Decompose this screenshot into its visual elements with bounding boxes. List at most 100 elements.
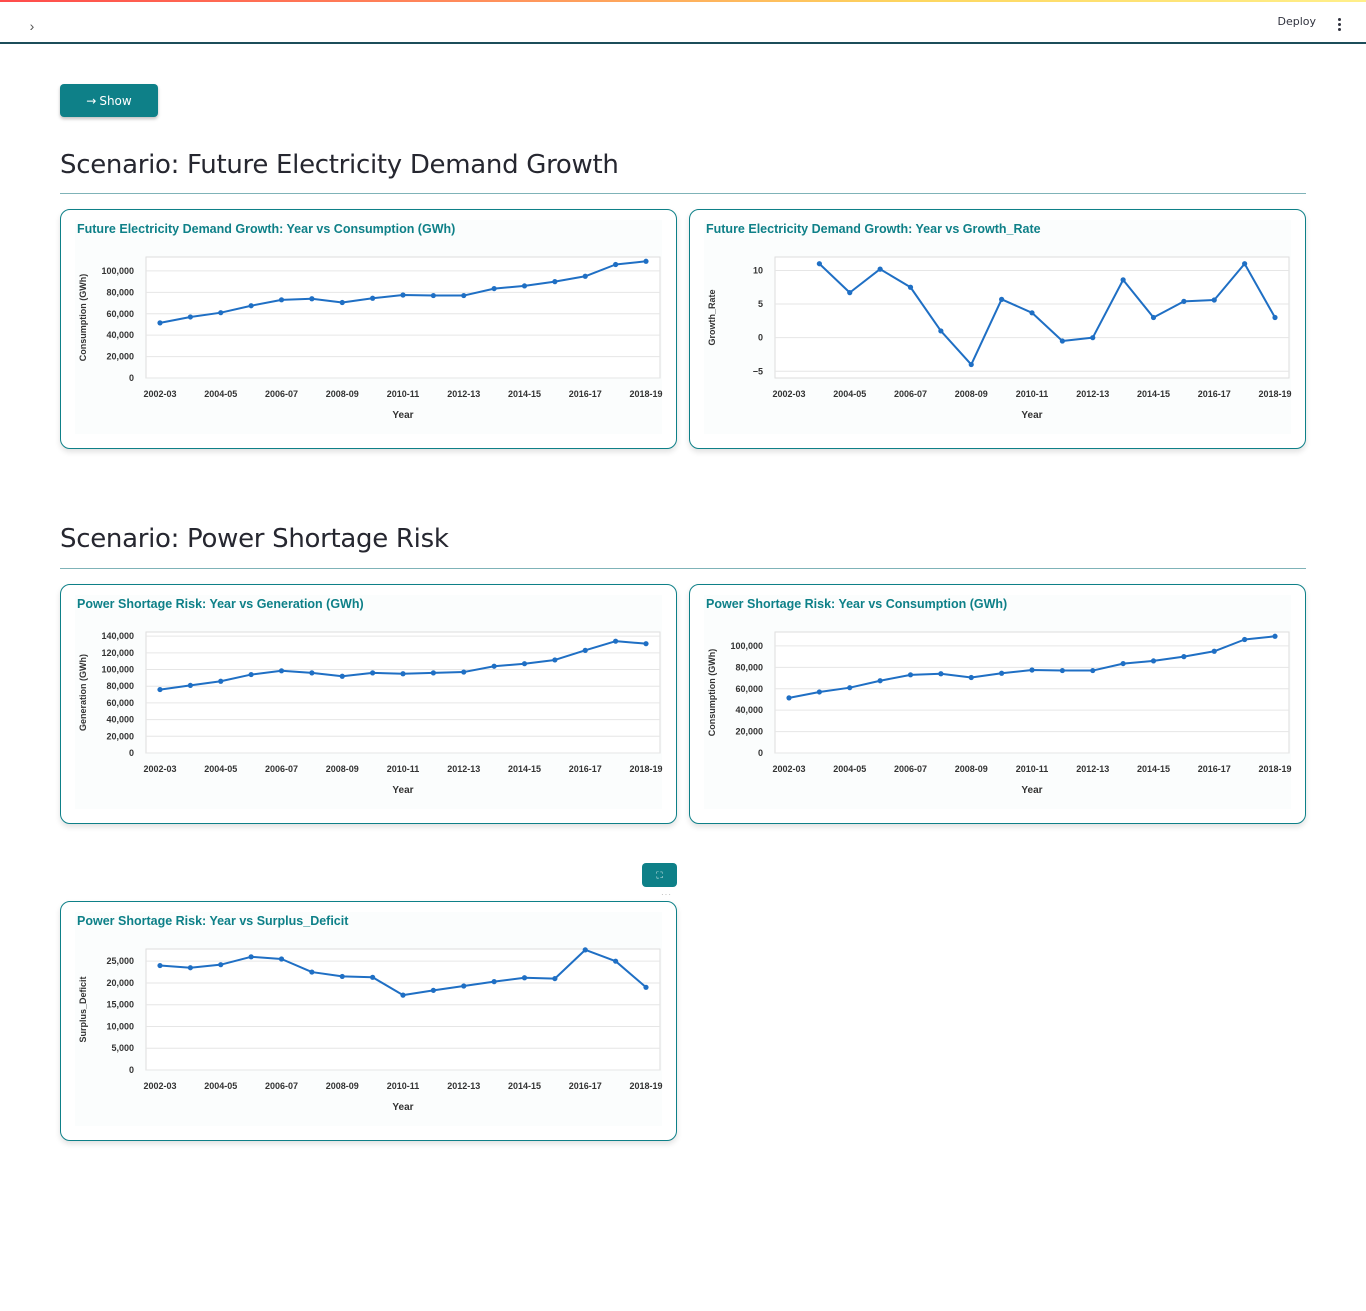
drag-handle-icon[interactable]: ···: [661, 890, 672, 899]
data-point: [400, 292, 406, 298]
y-axis-title: Generation (GWh): [78, 654, 88, 731]
y-tick-label: 80,000: [735, 662, 763, 672]
data-point: [1090, 667, 1096, 674]
data-point: [552, 657, 558, 663]
data-point: [877, 678, 883, 684]
data-point: [1150, 658, 1157, 664]
data-point: [613, 958, 619, 964]
data-point: [278, 297, 285, 303]
x-axis-title: Year: [392, 410, 413, 421]
x-tick-label: 2004-05: [833, 764, 866, 774]
x-tick-label: 2014-15: [1137, 764, 1170, 774]
x-tick-label: 2002-03: [772, 389, 805, 399]
y-tick-label: 5,000: [111, 1043, 134, 1053]
y-tick-label: 60,000: [106, 698, 134, 708]
data-point: [1090, 335, 1096, 341]
data-point: [1120, 277, 1126, 283]
fullscreen-expand-icon[interactable]: ⛶: [642, 863, 677, 887]
data-point: [491, 979, 497, 985]
data-point: [1272, 314, 1278, 321]
line-chart-generation[interactable]: 0 20,000 40,000 60,000 80,000 100,000 120,000 1…: [61, 585, 678, 825]
sidebar-toggle-chevron-icon[interactable]: ›: [22, 16, 42, 36]
y-tick-label: 40,000: [106, 330, 134, 340]
x-tick-label: 2018-19: [1258, 764, 1291, 774]
data-point: [1120, 660, 1126, 667]
data-point: [309, 296, 315, 302]
data-point: [521, 975, 528, 981]
y-tick-label: 0: [129, 373, 134, 383]
section-title-demand-growth: Scenario: Future Electricity Demand Grow…: [60, 150, 619, 180]
data-point: [1211, 648, 1217, 654]
data-point: [816, 261, 822, 267]
x-tick-label: 2018-19: [1258, 389, 1291, 399]
data-point: [187, 314, 193, 320]
data-point: [400, 671, 406, 677]
data-point: [1029, 310, 1035, 316]
x-tick-label: 2010-11: [387, 764, 420, 774]
y-tick-label: 100,000: [101, 266, 134, 276]
data-point: [309, 969, 315, 975]
data-point: [1029, 667, 1035, 673]
x-tick-label: 2006-07: [265, 1081, 298, 1091]
plot-area: [145, 948, 661, 1071]
x-tick-label: 2006-07: [894, 389, 927, 399]
chart-card-demand-consumption: Future Electricity Demand Growth: Year v…: [60, 209, 677, 449]
x-tick-label: 2002-03: [772, 764, 805, 774]
chart-card-growth-rate: Future Electricity Demand Growth: Year v…: [689, 209, 1306, 449]
line-chart-shortage-consumption[interactable]: 0 20,000 40,000 60,000 80,000 100,000 2002-03 2…: [690, 585, 1307, 825]
data-point: [643, 641, 649, 647]
main-menu-kebab-icon[interactable]: [1334, 16, 1344, 34]
data-point: [1242, 636, 1248, 643]
data-point: [877, 266, 883, 272]
y-tick-label: 40,000: [106, 715, 134, 725]
data-point: [1181, 654, 1187, 660]
y-tick-label: 20,000: [106, 352, 134, 362]
x-axis-title: Year: [392, 1102, 413, 1113]
data-point: [1059, 338, 1065, 344]
data-point: [907, 672, 914, 678]
app-header: › Deploy: [0, 2, 1366, 44]
data-point: [430, 670, 436, 676]
x-tick-label: 2008-09: [326, 764, 359, 774]
data-point: [248, 303, 254, 309]
data-point: [218, 678, 224, 684]
chart-card-shortage-consumption: Power Shortage Risk: Year vs Consumption…: [689, 584, 1306, 824]
x-axis-title: Year: [1021, 410, 1042, 421]
y-tick-label: 0: [758, 333, 763, 343]
x-tick-label: 2006-07: [265, 764, 298, 774]
x-tick-label: 2006-07: [894, 764, 927, 774]
x-tick-label: 2008-09: [326, 1081, 359, 1091]
section-title-shortage-risk: Scenario: Power Shortage Risk: [60, 524, 449, 554]
data-point: [552, 975, 558, 982]
x-tick-label: 2010-11: [387, 389, 420, 399]
x-tick-label: 2012-13: [1076, 764, 1109, 774]
show-button[interactable]: → Show: [60, 84, 158, 117]
data-point: [521, 283, 528, 289]
line-chart-surplus-deficit[interactable]: 0 5,000 10,000 15,000 20,000 25,000 2002-03 200…: [61, 902, 678, 1142]
data-point: [999, 670, 1005, 676]
data-point: [461, 669, 467, 675]
y-tick-label: 80,000: [106, 287, 134, 297]
x-tick-label: 2010-11: [387, 1081, 420, 1091]
line-chart-growth-rate[interactable]: −5 0 5 10 2002-03 2004-05 2006-07 2008-09 2010-1…: [690, 210, 1307, 450]
arrow-right-icon: →: [86, 93, 97, 108]
data-point: [430, 987, 436, 993]
plot-area: [774, 631, 1290, 754]
data-point: [816, 689, 822, 695]
x-tick-label: 2016-17: [1198, 389, 1231, 399]
x-tick-label: 2006-07: [265, 389, 298, 399]
data-point: [248, 671, 254, 678]
deploy-button[interactable]: Deploy: [1277, 15, 1316, 28]
y-tick-label: 60,000: [735, 684, 763, 694]
x-tick-label: 2014-15: [508, 1081, 541, 1091]
chart-card-generation: Power Shortage Risk: Year vs Generation …: [60, 584, 677, 824]
line-chart-demand-consumption[interactable]: 0 20,000 40,000 60,000 80,000 100,000 2002-03 2…: [61, 210, 678, 450]
x-tick-label: 2018-19: [629, 1081, 662, 1091]
data-point: [370, 670, 376, 676]
y-tick-label: 15,000: [106, 1000, 134, 1010]
plot-area: [774, 256, 1290, 379]
data-point: [430, 292, 436, 299]
x-tick-label: 2014-15: [508, 389, 541, 399]
y-axis-title: Consumption (GWh): [78, 274, 88, 361]
x-axis-title: Year: [1021, 785, 1042, 796]
